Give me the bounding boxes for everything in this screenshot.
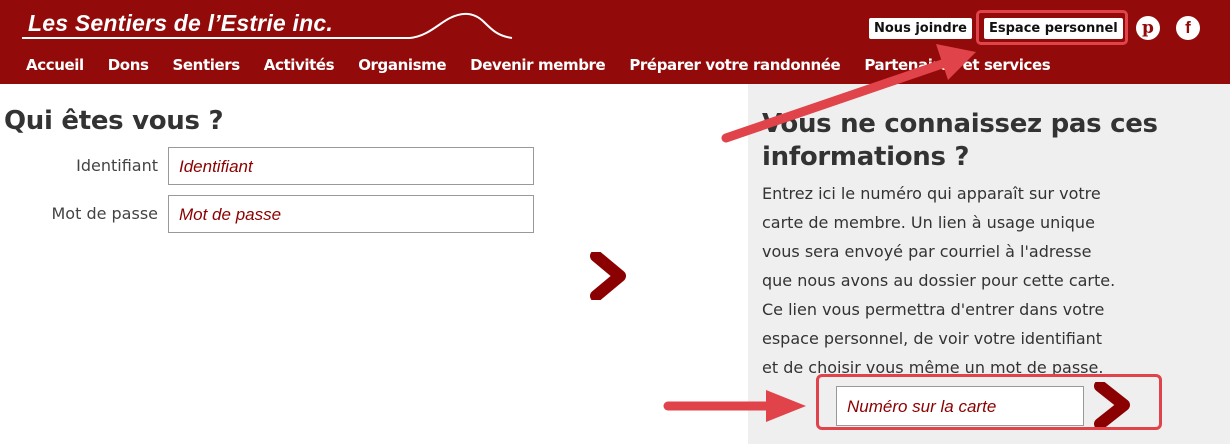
- nav-item-devenir-membre[interactable]: Devenir membre: [470, 53, 606, 77]
- annotation-highlight-box: [976, 10, 1128, 45]
- nav-item-activites[interactable]: Activités: [264, 53, 335, 77]
- nav-item-preparer-randonnee[interactable]: Préparer votre randonnée: [629, 53, 840, 77]
- chevron-right-icon[interactable]: [590, 252, 626, 300]
- password-label: Mot de passe: [51, 204, 158, 223]
- pinterest-icon[interactable]: p: [1136, 16, 1160, 40]
- annotation-highlight-box: [816, 374, 1162, 430]
- nav-item-accueil[interactable]: Accueil: [26, 53, 84, 77]
- site-logo[interactable]: Les Sentiers de l’Estrie inc.: [28, 10, 333, 37]
- nav-item-organisme[interactable]: Organisme: [358, 53, 446, 77]
- nav-item-partenaires[interactable]: Partenaires et services: [864, 53, 1050, 77]
- password-input[interactable]: Mot de passe: [168, 195, 534, 233]
- main-nav: Accueil Dons Sentiers Activités Organism…: [26, 53, 1074, 77]
- help-title: Vous ne connaissez pas ces informations …: [762, 109, 1158, 172]
- help-text: Entrez ici le numéro qui apparaît sur vo…: [762, 184, 1116, 377]
- facebook-icon[interactable]: f: [1176, 16, 1200, 40]
- identifiant-label: Identifiant: [76, 156, 158, 175]
- nav-item-sentiers[interactable]: Sentiers: [173, 53, 241, 77]
- contact-button[interactable]: Nous joindre: [869, 18, 972, 39]
- nav-item-dons[interactable]: Dons: [108, 53, 149, 77]
- page-title: Qui êtes vous ?: [4, 106, 224, 136]
- identifiant-input[interactable]: Identifiant: [168, 147, 534, 185]
- password-placeholder: Mot de passe: [179, 205, 282, 224]
- identifiant-placeholder: Identifiant: [179, 157, 253, 176]
